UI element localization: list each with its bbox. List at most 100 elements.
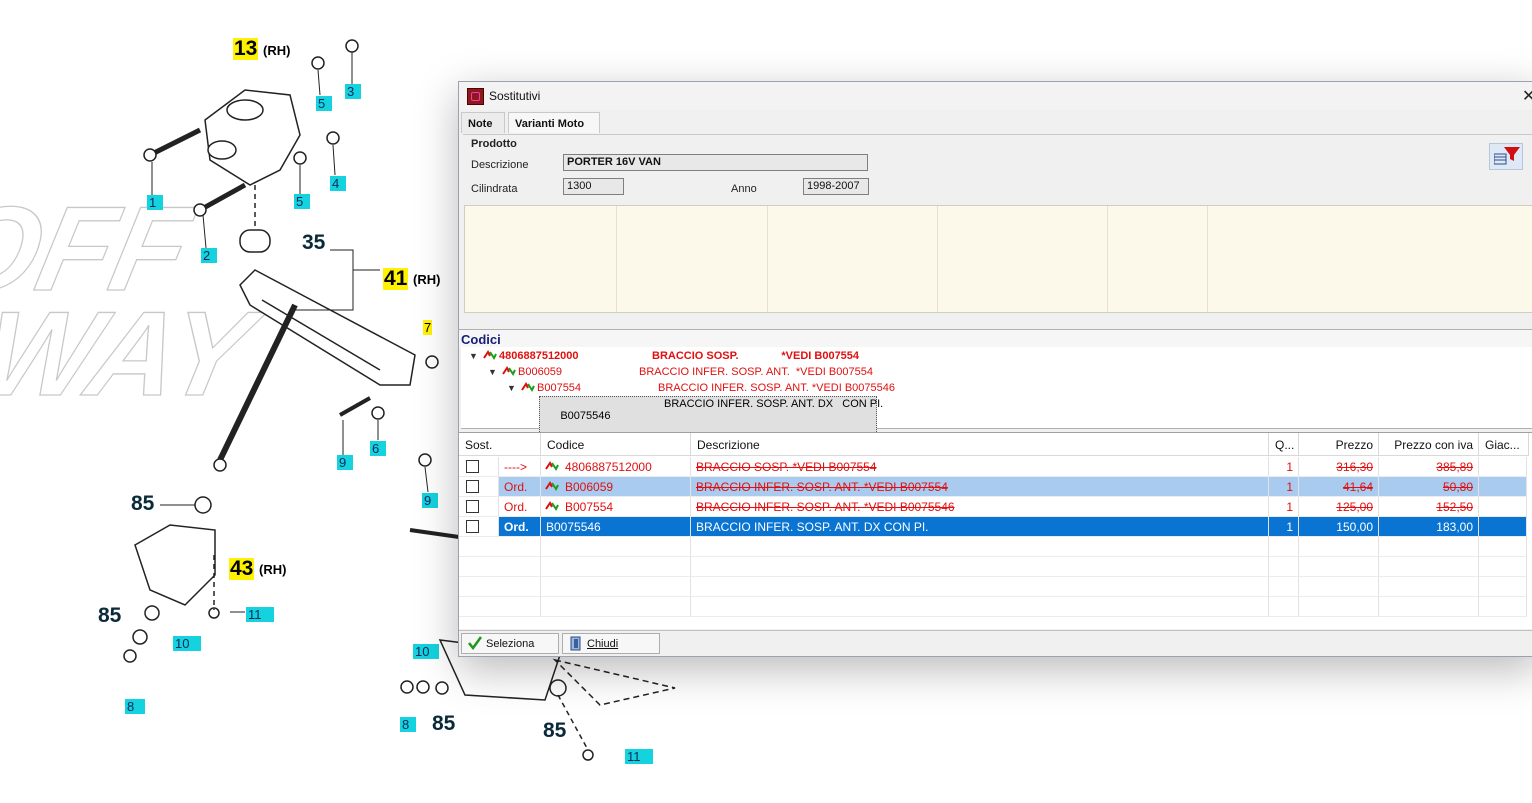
table-row-empty[interactable] xyxy=(459,557,1532,577)
callout-85d: 85 xyxy=(543,719,567,742)
callout-10b: 10 xyxy=(413,644,439,659)
prodotto-group: Prodotto Descrizione PORTER 16V VAN Cili… xyxy=(463,134,1532,315)
button-bar: Seleziona Chiudi xyxy=(459,630,1532,656)
cell-prezzo: 125,00 xyxy=(1299,497,1379,517)
cell-codice: B007554 xyxy=(541,497,691,517)
cell-prezzo-iva: 183,00 xyxy=(1379,517,1479,537)
expand-arrow-icon[interactable]: ▼ xyxy=(488,367,497,377)
expand-arrow-icon[interactable]: ▼ xyxy=(507,383,516,393)
col-header-codice[interactable]: Codice xyxy=(541,433,691,456)
cilindrata-field[interactable]: 1300 xyxy=(563,178,624,195)
prodotto-group-label: Prodotto xyxy=(471,138,517,150)
substitute-arrows-icon xyxy=(545,501,559,511)
row-checkbox-cell[interactable] xyxy=(459,497,499,517)
callout-41: 41 xyxy=(383,267,409,290)
cell-sost: Ord. xyxy=(499,497,541,517)
svg-text:WAY: WAY xyxy=(0,286,274,420)
cell-giacenza xyxy=(1479,497,1527,517)
cell-giacenza xyxy=(1479,517,1527,537)
anno-field[interactable]: 1998-2007 xyxy=(803,178,869,195)
tree-node-code[interactable]: B006059 xyxy=(518,366,562,378)
callout-4: 4 xyxy=(330,176,346,191)
table-row-empty[interactable] xyxy=(459,597,1532,617)
substitute-arrows-icon xyxy=(483,350,497,360)
callout-rh-13: (RH) xyxy=(263,43,291,58)
row-checkbox-cell[interactable] xyxy=(459,477,499,497)
col-header-sost[interactable]: Sost. xyxy=(459,433,541,456)
callout-85c: 85 xyxy=(432,712,456,735)
tree-node-code[interactable]: B007554 xyxy=(537,382,581,394)
callout-7: 7 xyxy=(423,320,433,335)
cell-prezzo: 150,00 xyxy=(1299,517,1379,537)
cell-codice: 4806887512000 xyxy=(541,457,691,477)
cell-giacenza xyxy=(1479,457,1527,477)
title-bar[interactable]: Sostitutivi ✕ xyxy=(459,82,1532,110)
close-icon[interactable]: ✕ xyxy=(1522,86,1532,106)
table-row-empty[interactable] xyxy=(459,537,1532,557)
cell-sost: ----> xyxy=(499,457,541,477)
substitute-arrows-icon xyxy=(521,382,535,392)
cell-prezzo-iva: 152,50 xyxy=(1379,497,1479,517)
cell-codice-text: B007554 xyxy=(565,500,614,514)
table-row-empty[interactable] xyxy=(459,577,1532,597)
row-checkbox[interactable] xyxy=(466,460,479,473)
seleziona-button[interactable]: Seleziona xyxy=(461,633,559,654)
callout-2: 2 xyxy=(201,248,217,263)
callout-3: 3 xyxy=(345,84,361,99)
callout-6: 6 xyxy=(370,441,386,456)
col-header-prezzo[interactable]: Prezzo xyxy=(1299,433,1379,456)
table-row[interactable]: Ord. B006059 BRACCIO INFER. SOSP. ANT. *… xyxy=(459,477,1532,497)
cell-prezzo: 41,64 xyxy=(1299,477,1379,497)
cell-giacenza xyxy=(1479,477,1527,497)
codici-tree[interactable]: ▼ 4806887512000 BRACCIO SOSP. *VEDI B007… xyxy=(461,347,1532,448)
substitute-arrows-icon xyxy=(545,481,559,491)
cell-codice-text: 4806887512000 xyxy=(565,460,652,474)
callout-8a: 8 xyxy=(125,699,145,714)
col-header-giacenza[interactable]: Giac... xyxy=(1479,433,1529,456)
callout-10a: 10 xyxy=(173,636,201,651)
tab-note[interactable]: Note xyxy=(461,112,505,133)
table-row[interactable]: Ord. B007554 BRACCIO INFER. SOSP. ANT. *… xyxy=(459,497,1532,517)
callout-11a: 11 xyxy=(246,607,274,622)
chiudi-button[interactable]: Chiudi xyxy=(562,633,660,654)
cell-prezzo: 316,30 xyxy=(1299,457,1379,477)
tree-node-desc: BRACCIO SOSP. *VEDI B007554 xyxy=(652,350,860,362)
col-header-qta[interactable]: Q... xyxy=(1269,433,1299,456)
cell-sost: Ord. xyxy=(499,477,541,497)
tab-varianti-moto[interactable]: Varianti Moto xyxy=(508,112,600,133)
cell-descrizione: BRACCIO INFER. SOSP. ANT. *VEDI B007554 xyxy=(691,477,1269,497)
varianti-grid[interactable] xyxy=(464,205,1532,313)
descrizione-label: Descrizione xyxy=(471,159,529,171)
row-checkbox-cell[interactable] xyxy=(459,457,499,477)
row-checkbox[interactable] xyxy=(466,500,479,513)
callout-1: 1 xyxy=(147,195,163,210)
cell-prezzo-iva: 385,89 xyxy=(1379,457,1479,477)
callout-rh-41: (RH) xyxy=(413,272,441,287)
row-checkbox[interactable] xyxy=(466,520,479,533)
seleziona-label: Seleziona xyxy=(486,638,535,650)
callout-5: 5 xyxy=(316,96,332,111)
substitute-arrows-icon xyxy=(502,366,516,376)
tree-node-code[interactable]: 4806887512000 xyxy=(499,350,579,362)
col-header-prezzo-iva[interactable]: Prezzo con iva xyxy=(1379,433,1479,456)
table-row-selected[interactable]: Ord. B0075546 BRACCIO INFER. SOSP. ANT. … xyxy=(459,517,1532,537)
descrizione-field[interactable]: PORTER 16V VAN xyxy=(563,154,868,171)
expand-arrow-icon[interactable]: ▼ xyxy=(469,351,478,361)
cell-descrizione: BRACCIO SOSP. *VEDI B007554 xyxy=(691,457,1269,477)
callout-13: 13 xyxy=(233,37,259,60)
cell-descrizione: BRACCIO INFER. SOSP. ANT. *VEDI B0075546 xyxy=(691,497,1269,517)
door-exit-icon xyxy=(570,636,581,651)
table-row[interactable]: ----> 4806887512000 BRACCIO SOSP. *VEDI … xyxy=(459,457,1532,477)
cell-codice: B0075546 xyxy=(541,517,691,537)
cell-codice: B006059 xyxy=(541,477,691,497)
col-header-descrizione[interactable]: Descrizione xyxy=(691,433,1269,456)
tree-node-desc: BRACCIO INFER. SOSP. ANT. *VEDI B007554 xyxy=(639,366,873,378)
callout-43: 43 xyxy=(229,557,255,580)
row-checkbox-cell[interactable] xyxy=(459,517,499,537)
anno-label: Anno xyxy=(731,183,757,195)
row-checkbox[interactable] xyxy=(466,480,479,493)
cell-prezzo-iva: 50,80 xyxy=(1379,477,1479,497)
callout-35: 35 xyxy=(302,231,326,254)
cell-qta: 1 xyxy=(1269,497,1299,517)
filter-button[interactable] xyxy=(1489,143,1523,170)
